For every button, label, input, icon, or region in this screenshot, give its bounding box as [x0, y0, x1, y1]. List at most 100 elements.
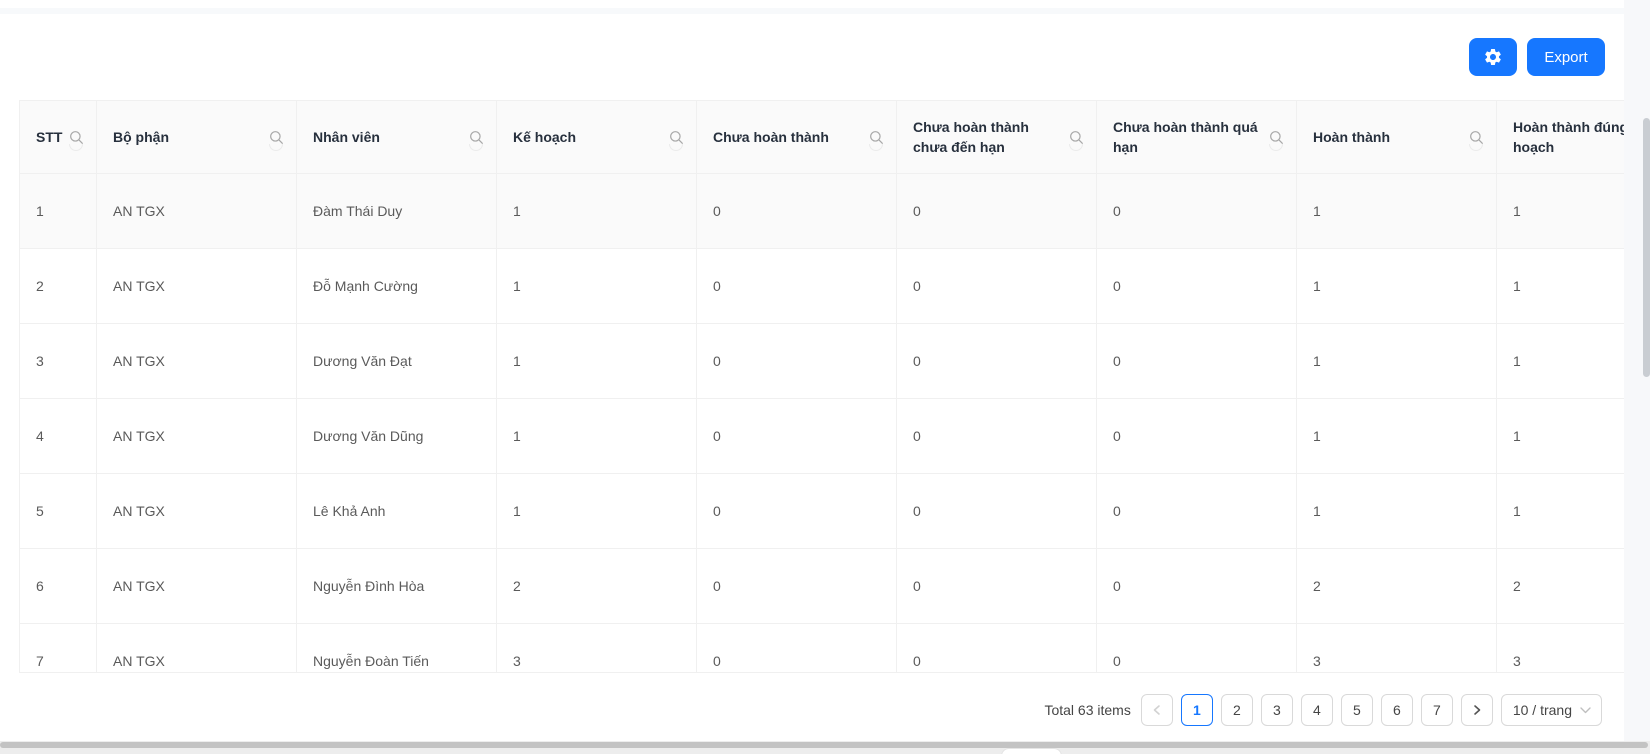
cell-stt: 1: [20, 174, 97, 248]
column-header-chua-hoan-thanh-chua-den-han: Chưa hoàn thành chưa đến hạn: [897, 101, 1097, 173]
cell-chua-hoan-thanh-qua-han: 0: [1097, 624, 1297, 673]
search-icon[interactable]: [1268, 129, 1284, 145]
cell-chua-hoan-thanh-chua-den-han: 0: [897, 624, 1097, 673]
pagination-pages: 1234567: [1181, 694, 1453, 726]
cell-hoan-thanh: 1: [1297, 249, 1497, 323]
column-label-bo-phan: Bộ phận: [113, 127, 262, 147]
search-icon[interactable]: [668, 129, 684, 145]
search-icon-arc: [69, 144, 83, 151]
cell-bo-phan: AN TGX: [97, 549, 297, 623]
table-row: 2AN TGXĐỗ Mạnh Cường100011: [19, 249, 1624, 324]
cell-hoan-thanh-dung-ke-hoach: 3: [1497, 624, 1624, 673]
results-table: STT Bộ phận Nhân viên Kế hoạch Chưa hoàn thà…: [19, 100, 1624, 673]
cell-chua-hoan-thanh-chua-den-han: 0: [897, 324, 1097, 398]
cell-chua-hoan-thanh-qua-han: 0: [1097, 549, 1297, 623]
pagination-page-2[interactable]: 2: [1221, 694, 1253, 726]
pagination-bar: Total 63 items 1234567 10 / trang: [10, 673, 1624, 742]
bottom-pill: [1001, 748, 1062, 754]
pagination-prev-button[interactable]: [1141, 694, 1173, 726]
cell-stt: 3: [20, 324, 97, 398]
cell-chua-hoan-thanh-qua-han: 0: [1097, 399, 1297, 473]
search-icon[interactable]: [68, 129, 84, 145]
cell-chua-hoan-thanh-chua-den-han: 0: [897, 249, 1097, 323]
cell-chua-hoan-thanh-qua-han: 0: [1097, 174, 1297, 248]
cell-chua-hoan-thanh-qua-han: 0: [1097, 324, 1297, 398]
pagination-page-5[interactable]: 5: [1341, 694, 1373, 726]
cell-nhan-vien: Dương Văn Đạt: [297, 324, 497, 398]
table-row: 4AN TGXDương Văn Dũng100011: [19, 399, 1624, 474]
export-button[interactable]: Export: [1527, 38, 1605, 76]
column-label-ke-hoach: Kế hoạch: [513, 127, 662, 147]
export-button-label: Export: [1544, 49, 1587, 66]
pagination-page-1[interactable]: 1: [1181, 694, 1213, 726]
search-icon-arc: [869, 144, 883, 151]
pagination-page-7[interactable]: 7: [1421, 694, 1453, 726]
column-header-stt: STT: [20, 101, 97, 173]
cell-chua-hoan-thanh: 0: [697, 399, 897, 473]
cell-hoan-thanh-dung-ke-hoach: 1: [1497, 174, 1624, 248]
table-body: 1AN TGXĐàm Thái Duy1000112AN TGXĐỗ Mạnh …: [19, 174, 1624, 673]
pagination-page-6[interactable]: 6: [1381, 694, 1413, 726]
cell-hoan-thanh: 1: [1297, 324, 1497, 398]
search-icon-arc: [1469, 144, 1483, 151]
cell-hoan-thanh-dung-ke-hoach: 1: [1497, 249, 1624, 323]
cell-chua-hoan-thanh-chua-den-han: 0: [897, 399, 1097, 473]
search-icon[interactable]: [1468, 129, 1484, 145]
column-label-chua-hoan-thanh-chua-den-han: Chưa hoàn thành chưa đến hạn: [913, 117, 1062, 158]
cell-hoan-thanh-dung-ke-hoach: 1: [1497, 399, 1624, 473]
column-header-chua-hoan-thanh: Chưa hoàn thành: [697, 101, 897, 173]
cell-ke-hoach: 1: [497, 324, 697, 398]
cell-hoan-thanh-dung-ke-hoach: 1: [1497, 474, 1624, 548]
cell-chua-hoan-thanh: 0: [697, 174, 897, 248]
cell-hoan-thanh: 2: [1297, 549, 1497, 623]
page-size-label: 10 / trang: [1513, 702, 1572, 718]
column-header-hoan-thanh: Hoàn thành: [1297, 101, 1497, 173]
settings-button[interactable]: [1469, 38, 1517, 76]
cell-ke-hoach: 1: [497, 174, 697, 248]
search-icon[interactable]: [468, 129, 484, 145]
cell-stt: 2: [20, 249, 97, 323]
cell-chua-hoan-thanh: 0: [697, 249, 897, 323]
cell-bo-phan: AN TGX: [97, 249, 297, 323]
table-row: 1AN TGXĐàm Thái Duy100011: [19, 174, 1624, 249]
cell-ke-hoach: 1: [497, 474, 697, 548]
cell-chua-hoan-thanh: 0: [697, 474, 897, 548]
cell-ke-hoach: 1: [497, 399, 697, 473]
report-card: Export STT Bộ phận Nhân viên Kế hoạch Chưa h…: [10, 14, 1624, 742]
search-icon[interactable]: [868, 129, 884, 145]
cell-chua-hoan-thanh-chua-den-han: 0: [897, 474, 1097, 548]
cell-bo-phan: AN TGX: [97, 474, 297, 548]
cell-chua-hoan-thanh-qua-han: 0: [1097, 474, 1297, 548]
search-icon-arc: [269, 144, 283, 151]
column-label-nhan-vien: Nhân viên: [313, 127, 462, 147]
column-label-stt: STT: [36, 127, 62, 147]
column-label-hoan-thanh: Hoàn thành: [1313, 127, 1462, 147]
pagination-next-button[interactable]: [1461, 694, 1493, 726]
vertical-scrollbar-thumb[interactable]: [1643, 118, 1650, 377]
cell-chua-hoan-thanh-chua-den-han: 0: [897, 174, 1097, 248]
search-icon[interactable]: [268, 129, 284, 145]
pagination-page-4[interactable]: 4: [1301, 694, 1333, 726]
cell-chua-hoan-thanh-qua-han: 0: [1097, 249, 1297, 323]
cell-nhan-vien: Đàm Thái Duy: [297, 174, 497, 248]
column-label-chua-hoan-thanh: Chưa hoàn thành: [713, 127, 862, 147]
cell-hoan-thanh-dung-ke-hoach: 1: [1497, 324, 1624, 398]
chevron-right-icon: [1471, 704, 1483, 716]
cell-stt: 5: [20, 474, 97, 548]
table-row: 5AN TGXLê Khả Anh100011: [19, 474, 1624, 549]
cell-hoan-thanh: 1: [1297, 474, 1497, 548]
column-label-hoan-thanh-dung-ke-hoach: Hoàn thành đúng kế hoạch: [1513, 117, 1624, 158]
cell-nhan-vien: Dương Văn Dũng: [297, 399, 497, 473]
pagination-page-3[interactable]: 3: [1261, 694, 1293, 726]
table-row: 6AN TGXNguyễn Đình Hòa200022: [19, 549, 1624, 624]
cell-chua-hoan-thanh: 0: [697, 624, 897, 673]
search-icon-arc: [469, 144, 483, 151]
cell-nhan-vien: Đỗ Mạnh Cường: [297, 249, 497, 323]
search-icon[interactable]: [1068, 129, 1084, 145]
horizontal-scrollbar-thumb[interactable]: [0, 742, 1648, 748]
cell-nhan-vien: Nguyễn Đình Hòa: [297, 549, 497, 623]
cell-bo-phan: AN TGX: [97, 324, 297, 398]
page-size-select[interactable]: 10 / trang: [1501, 694, 1602, 726]
cell-hoan-thanh-dung-ke-hoach: 2: [1497, 549, 1624, 623]
cell-nhan-vien: Nguyễn Đoàn Tiến: [297, 624, 497, 673]
